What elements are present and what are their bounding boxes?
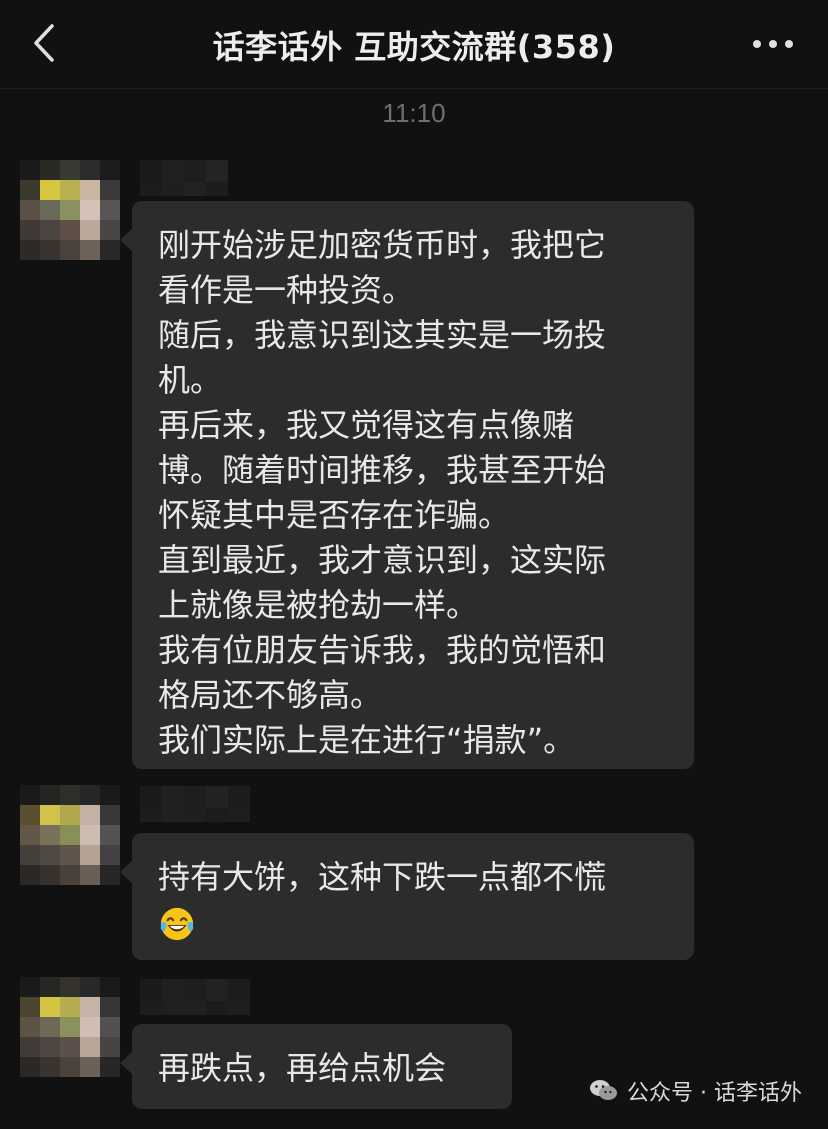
message-line: 怀疑其中是否存在诈骗。 bbox=[158, 496, 511, 534]
sender-name-blurred bbox=[140, 979, 270, 1015]
message-line: 我有位朋友告诉我，我的觉悟和 bbox=[158, 631, 607, 669]
chat-title: 话李话外 互助交流群(358) bbox=[212, 28, 616, 66]
message-line: 看作是一种投资。 bbox=[158, 271, 415, 309]
message-line: 直到最近，我才意识到，这实际 bbox=[158, 541, 607, 579]
message-line: 随后，我意识到这其实是一场投 bbox=[158, 316, 607, 354]
watermark-text: 公众号 · 话李话外 bbox=[627, 1081, 802, 1106]
emoji-line bbox=[158, 900, 670, 945]
message-bubble[interactable]: 刚开始涉足加密货币时，我把它 看作是一种投资。 随后，我意识到这其实是一场投 机… bbox=[120, 201, 694, 769]
avatar[interactable] bbox=[20, 977, 120, 1077]
message-line: 我们实际上是在进行“捐款”。 bbox=[158, 721, 576, 759]
chat-header: 话李话外 互助交流群(358) bbox=[0, 0, 828, 89]
more-dots-icon bbox=[753, 40, 793, 48]
message-timestamp: 11:10 bbox=[382, 98, 446, 128]
wechat-icon bbox=[590, 1080, 618, 1100]
message-line: 上就像是被抢劫一样。 bbox=[158, 586, 479, 624]
message-line: 再后来，我又觉得这有点像赌 bbox=[158, 406, 575, 444]
laughing-tears-emoji bbox=[160, 907, 194, 941]
sender-name-blurred bbox=[140, 160, 250, 196]
message-line: 刚开始涉足加密货币时，我把它 bbox=[158, 226, 607, 264]
more-button[interactable] bbox=[748, 26, 798, 62]
watermark: 公众号 · 话李话外 bbox=[589, 1075, 802, 1107]
bubble-tail bbox=[120, 1052, 132, 1074]
message-line: 再跌点，再给点机会 bbox=[158, 1049, 447, 1087]
message-bubble[interactable]: 持有大饼，这种下跌一点都不慌 bbox=[120, 833, 694, 960]
message-line: 博。随着时间推移，我甚至开始 bbox=[158, 451, 607, 489]
sender-name-blurred bbox=[140, 786, 270, 822]
avatar[interactable] bbox=[20, 160, 120, 260]
message-line: 机。 bbox=[158, 361, 223, 399]
bubble-tail bbox=[120, 229, 132, 251]
message-line: 持有大饼，这种下跌一点都不慌 bbox=[158, 858, 607, 896]
message-bubble[interactable]: 再跌点，再给点机会 bbox=[120, 1024, 512, 1109]
bubble-tail bbox=[120, 861, 132, 883]
avatar[interactable] bbox=[20, 785, 120, 885]
message-line: 格局还不够高。 bbox=[158, 676, 383, 714]
